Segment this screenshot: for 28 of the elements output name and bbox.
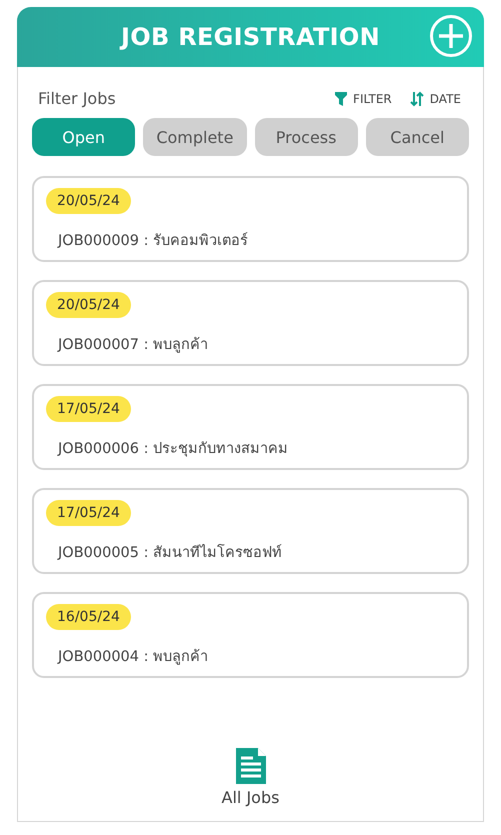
- filter-icon: [335, 92, 348, 106]
- job-title: JOB000004 : พบลูกค้า: [58, 648, 208, 667]
- job-title: JOB000009 : รับคอมพิวเตอร์: [58, 231, 248, 251]
- filter-button[interactable]: FILTER: [335, 92, 392, 106]
- nav-label[interactable]: All Jobs: [222, 788, 280, 807]
- status-tab[interactable]: Cancel: [366, 118, 469, 156]
- status-tab[interactable]: Process: [254, 118, 358, 156]
- sort-button[interactable]: DATE: [410, 90, 461, 106]
- job-card[interactable]: 20/05/24 JOB000007 : พบลูกค้า: [32, 280, 469, 366]
- status-tab[interactable]: Complete: [143, 118, 246, 156]
- job-title: JOB000007 : พบลูกค้า: [58, 336, 208, 355]
- job-card[interactable]: 16/05/24 JOB000004 : พบลูกค้า: [32, 592, 469, 678]
- job-title: JOB000005 : สัมนาทีไมโครซอฟท์: [58, 543, 282, 563]
- job-title: JOB000006 : ประชุมกับทางสมาคม: [58, 440, 288, 459]
- job-card[interactable]: 17/05/24 JOB000006 : ประชุมกับทางสมาคม: [32, 384, 469, 470]
- date-tag: 20/05/24: [46, 188, 131, 214]
- add-button[interactable]: [430, 15, 472, 57]
- sort-icon: [410, 90, 424, 106]
- date-tag: 16/05/24: [46, 604, 131, 630]
- page-title: JOB REGISTRATION: [121, 23, 380, 51]
- job-card[interactable]: 17/05/24 JOB000005 : สัมนาทีไมโครซอฟท์: [32, 488, 469, 574]
- plus-icon: [438, 23, 464, 49]
- filter-label: Filter Jobs: [38, 89, 117, 108]
- job-card[interactable]: 20/05/24 JOB000009 : รับคอมพิวเตอร์: [32, 176, 469, 262]
- document-icon[interactable]: [236, 748, 266, 784]
- date-tag: 17/05/24: [46, 396, 131, 422]
- date-tag: 20/05/24: [46, 292, 131, 318]
- date-tag: 17/05/24: [46, 500, 131, 526]
